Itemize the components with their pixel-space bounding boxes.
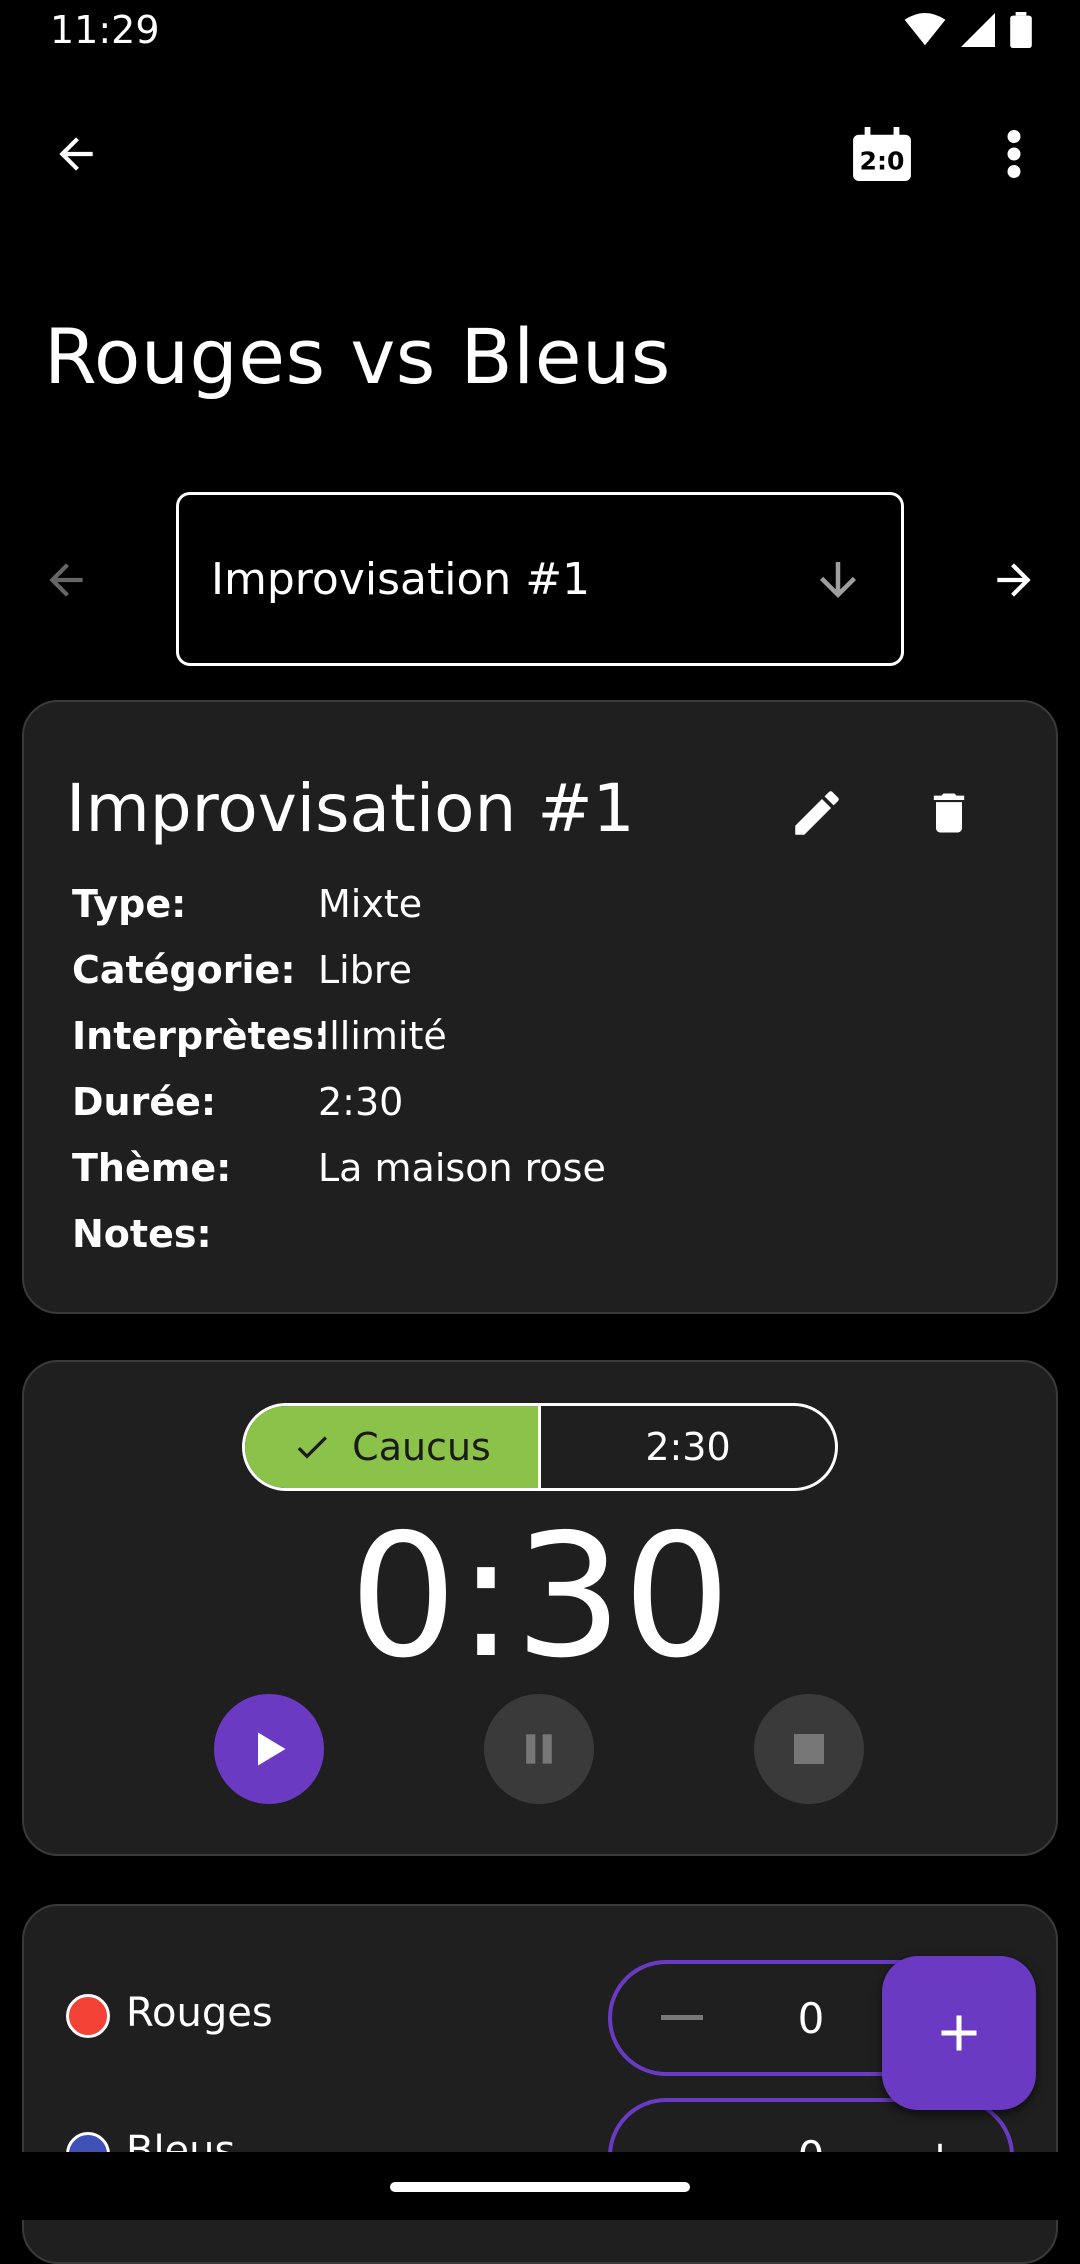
wifi-icon bbox=[904, 13, 946, 46]
home-gesture-handle[interactable] bbox=[390, 2182, 690, 2192]
score-decrement-button[interactable] bbox=[612, 2015, 752, 2021]
status-icons bbox=[904, 12, 1032, 48]
duration-segment[interactable]: 2:30 bbox=[541, 1406, 835, 1488]
performers-label: Interprètes: bbox=[72, 1014, 330, 1058]
play-icon bbox=[258, 1732, 286, 1766]
scoreboard-button[interactable]: 2:0 bbox=[846, 118, 918, 190]
score-value: 0 bbox=[797, 1993, 825, 2043]
minus-icon bbox=[661, 2015, 703, 2020]
battery-icon bbox=[1010, 12, 1032, 48]
play-button[interactable] bbox=[214, 1694, 324, 1804]
pencil-icon bbox=[795, 791, 839, 835]
page-title: Rouges vs Bleus bbox=[44, 312, 671, 401]
team-color-dot bbox=[66, 1994, 110, 2038]
impro-title: Improvisation #1 bbox=[66, 770, 635, 847]
duration-value: 2:30 bbox=[318, 1080, 404, 1124]
delete-button[interactable] bbox=[908, 772, 990, 854]
duration-segment-label: 2:30 bbox=[645, 1425, 731, 1469]
signal-icon bbox=[961, 13, 995, 47]
theme-label: Thème: bbox=[72, 1146, 232, 1190]
next-impro-button[interactable] bbox=[978, 546, 1050, 614]
arrow-down-icon bbox=[820, 562, 856, 598]
type-label: Type: bbox=[72, 882, 187, 926]
trash-icon bbox=[933, 793, 965, 833]
type-value: Mixte bbox=[318, 882, 423, 926]
edit-button[interactable] bbox=[776, 772, 858, 854]
stop-button[interactable] bbox=[754, 1694, 864, 1804]
theme-value: La maison rose bbox=[318, 1146, 606, 1190]
notes-label: Notes: bbox=[72, 1212, 212, 1256]
add-fab-button[interactable] bbox=[882, 1956, 1036, 2110]
arrow-right-icon bbox=[997, 563, 1031, 597]
category-value: Libre bbox=[318, 948, 413, 992]
caucus-label: Caucus bbox=[352, 1425, 491, 1469]
category-label: Catégorie: bbox=[72, 948, 296, 992]
timer-display: 0:30 bbox=[349, 1498, 731, 1696]
timer-mode-toggle: Caucus 2:30 bbox=[242, 1403, 838, 1491]
status-time: 11:29 bbox=[50, 8, 160, 52]
stop-icon bbox=[794, 1734, 824, 1764]
caucus-segment[interactable]: Caucus bbox=[245, 1406, 541, 1488]
scoreboard-icon: 2:0 bbox=[853, 127, 911, 181]
pause-icon bbox=[526, 1734, 552, 1764]
check-icon bbox=[297, 1436, 328, 1459]
impro-selector-value: Improvisation #1 bbox=[211, 553, 591, 605]
impro-selector[interactable]: Improvisation #1 bbox=[176, 492, 904, 666]
back-button[interactable] bbox=[40, 118, 112, 190]
arrow-left-icon bbox=[49, 563, 83, 597]
team-name: Rouges bbox=[126, 1990, 273, 2036]
arrow-back-icon bbox=[59, 137, 93, 171]
more-vert-icon bbox=[1007, 130, 1021, 178]
duration-label: Durée: bbox=[72, 1080, 217, 1124]
performers-value: Illimité bbox=[318, 1014, 447, 1058]
svg-text:2:0: 2:0 bbox=[860, 146, 905, 175]
plus-icon bbox=[941, 2015, 977, 2051]
more-options-button[interactable] bbox=[978, 118, 1050, 190]
previous-impro-button[interactable] bbox=[30, 546, 102, 614]
pause-button[interactable] bbox=[484, 1694, 594, 1804]
